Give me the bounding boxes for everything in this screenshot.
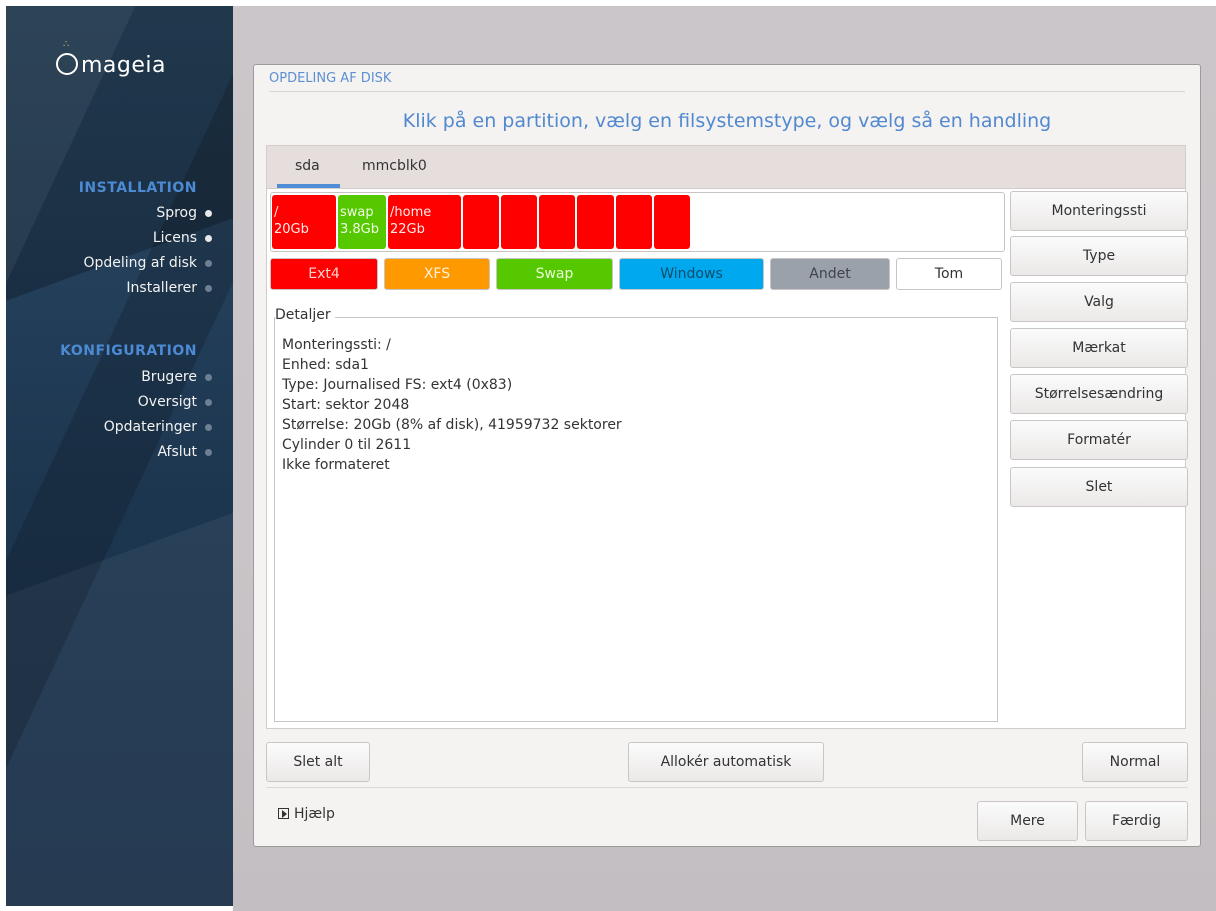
resize-button[interactable]: Størrelsesændring [1010, 374, 1188, 414]
disk-content: /20Gb swap 3.8Gb /home 22Gb Ext4 XFS Swap … [266, 189, 1188, 729]
window-title: OPDELING AF DISK [269, 71, 392, 86]
expand-triangle-icon [278, 808, 289, 819]
delete-button[interactable]: Slet [1010, 467, 1188, 507]
sidebar-step: Opdateringer [103, 419, 212, 435]
mount-point-button[interactable]: Monteringssti [1010, 191, 1188, 231]
details-line: Enhed: sda1 [282, 357, 369, 373]
label-button[interactable]: Mærkat [1010, 328, 1188, 368]
mageia-logo: ∴ mageia [56, 40, 167, 78]
legend-empty[interactable]: Tom [896, 258, 1002, 290]
step-label: Oversigt [137, 394, 197, 410]
details-line: Ikke formateret [282, 457, 390, 473]
sidebar-step: Opdeling af disk [83, 255, 212, 271]
partition-7[interactable] [577, 195, 614, 249]
sidebar-step: Brugere [141, 369, 212, 385]
details-panel: Monteringssti: / Enhed: sda1 Type: Journal… [274, 317, 998, 722]
step-label: Installerer [126, 280, 197, 296]
details-line: Start: sektor 2048 [282, 397, 410, 413]
step-status-dot-icon [205, 235, 212, 242]
step-label: Brugere [141, 369, 197, 385]
details-line: Type: Journalised FS: ext4 (0x83) [282, 377, 513, 393]
title-separator [269, 91, 1185, 92]
type-button[interactable]: Type [1010, 236, 1188, 276]
step-status-dot-icon [205, 424, 212, 431]
disk-tabs: sda mmcblk0 [266, 145, 1186, 189]
sidebar-step: Licens [152, 230, 212, 246]
mode-button[interactable]: Normal [1082, 742, 1188, 782]
partition-size: 20Gb [274, 222, 309, 237]
step-status-dot-icon [205, 374, 212, 381]
logo-text: mageia [81, 53, 167, 78]
sidebar-step: Installerer [126, 280, 212, 296]
tab-sda[interactable]: sda [295, 158, 320, 174]
sidebar: ∴ mageia INSTALLATION Sprog Licens Opdeling … [6, 6, 233, 906]
details-line: Monteringssti: / [282, 337, 391, 353]
section-title-konfiguration: KONFIGURATION [60, 343, 197, 359]
legend-swap[interactable]: Swap [496, 258, 613, 290]
instruction-text: Klik på en partition, vælg en filsystems… [402, 110, 1052, 132]
sidebar-step: Afslut [157, 444, 212, 460]
partition-3[interactable]: /home 22Gb [388, 195, 461, 249]
help-label: Hjælp [294, 806, 335, 822]
step-label: Opdateringer [103, 419, 197, 435]
step-status-dot-icon [205, 285, 212, 292]
tab-mmcblk0[interactable]: mmcblk0 [362, 158, 427, 174]
step-label: Licens [152, 230, 197, 246]
details-line: Cylinder 0 til 2611 [282, 437, 412, 453]
sidebar-step: Oversigt [137, 394, 212, 410]
partition-2[interactable]: swap 3.8Gb [338, 195, 386, 249]
partition-6[interactable] [539, 195, 575, 249]
selected-tab-indicator [277, 184, 340, 188]
clear-all-button[interactable]: Slet alt [266, 742, 370, 782]
partition-mount: swap [340, 205, 374, 220]
details-line: Størrelse: 20Gb (8% af disk), 41959732 s… [282, 417, 622, 433]
partition-4[interactable] [463, 195, 499, 249]
partition-8[interactable] [616, 195, 652, 249]
details-text: Monteringssti: / Enhed: sda1 Type: Journal… [282, 335, 622, 475]
step-status-dot-icon [205, 449, 212, 456]
partition-5[interactable] [501, 195, 537, 249]
more-button[interactable]: Mere [977, 801, 1078, 841]
details-label: Detaljer [275, 307, 335, 323]
partition-mount: /home [390, 205, 432, 220]
auto-allocate-button[interactable]: Allokér automatisk [628, 742, 824, 782]
legend-other[interactable]: Andet [770, 258, 890, 290]
done-button[interactable]: Færdig [1085, 801, 1188, 841]
sidebar-step: Sprog [156, 205, 212, 221]
step-status-dot-icon [205, 210, 212, 217]
legend-windows[interactable]: Windows [619, 258, 764, 290]
partition-9[interactable] [654, 195, 690, 249]
step-label: Afslut [157, 444, 197, 460]
disk-partition-bar: / 20Gb swap 3.8Gb /home 22Gb [270, 192, 1005, 252]
step-status-dot-icon [205, 399, 212, 406]
legend-ext4[interactable]: Ext4 [270, 258, 378, 290]
mageia-logo-icon: ∴ [56, 40, 78, 75]
format-button[interactable]: Formatér [1010, 420, 1188, 460]
footer-separator [266, 787, 1188, 788]
legend-xfs[interactable]: XFS [384, 258, 490, 290]
help-expander[interactable]: Hjælp [278, 806, 335, 822]
step-label: Sprog [156, 205, 197, 221]
step-status-dot-icon [205, 260, 212, 267]
partition-mount: / [274, 205, 279, 220]
partition-size: 3.8Gb [340, 222, 379, 237]
partition-1[interactable]: / 20Gb [272, 195, 336, 249]
step-label: Opdeling af disk [83, 255, 197, 271]
options-button[interactable]: Valg [1010, 282, 1188, 322]
partitioning-window: OPDELING AF DISK Klik på en partition, v… [253, 64, 1201, 847]
partition-size: 22Gb [390, 222, 425, 237]
section-title-installation: INSTALLATION [78, 180, 197, 196]
